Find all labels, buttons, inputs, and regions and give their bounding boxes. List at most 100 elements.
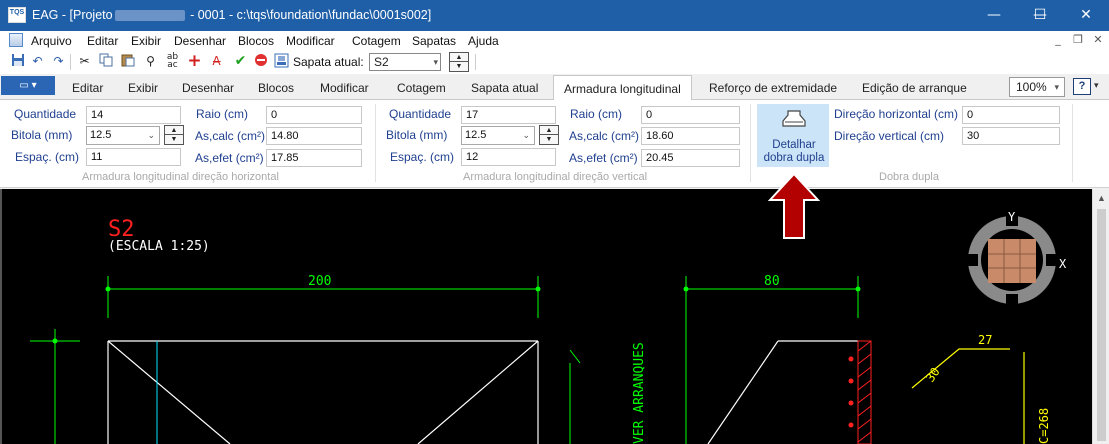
- app-icon-text: TQS: [9, 9, 25, 16]
- chevron-down-icon: ▾: [433, 57, 438, 67]
- drawing-canvas[interactable]: S2 (ESCALA 1:25) 200 VER ARRANQUES 80 27…: [0, 189, 1092, 444]
- window-maximize-button[interactable]: ☐: [1017, 0, 1063, 31]
- menu-blocos[interactable]: Blocos: [238, 34, 274, 48]
- axis-y-label: Y: [1008, 210, 1016, 224]
- dir-vertical-label: Direção vertical (cm): [834, 129, 945, 143]
- menu-modificar[interactable]: Modificar: [286, 34, 335, 48]
- h-bitola-value: 12.5: [90, 129, 112, 141]
- zoom-value: 100%: [1016, 80, 1047, 94]
- add-icon[interactable]: +: [186, 53, 203, 70]
- replace-text-icon[interactable]: ab ac: [164, 53, 181, 70]
- dim-marker: [105, 286, 111, 292]
- tab-cotagem[interactable]: Cotagem: [397, 81, 446, 95]
- menu-desenhar[interactable]: Desenhar: [174, 34, 226, 48]
- confirm-check-icon[interactable]: ✔: [232, 53, 249, 70]
- dir-vertical-input[interactable]: 30: [962, 127, 1060, 145]
- v-bitola-stepper[interactable]: ▲ ▼: [539, 125, 559, 145]
- h-bitola-select[interactable]: 12.5 ⌄: [86, 126, 160, 145]
- scrollbar-thumb[interactable]: [1097, 209, 1106, 441]
- stepper-down-icon[interactable]: ▼: [165, 135, 183, 144]
- v-bitola-value: 12.5: [465, 129, 487, 141]
- tab-blocos[interactable]: Blocos: [258, 81, 294, 95]
- tab-sapata-atual[interactable]: Sapata atual: [471, 81, 538, 95]
- dobra-button-line2: dobra dupla: [763, 152, 825, 164]
- dobra-group-caption: Dobra dupla: [879, 171, 939, 183]
- title-prefix: EAG - [Projeto: [32, 8, 113, 22]
- redacted-project-name: [114, 10, 185, 22]
- stepper-up-icon[interactable]: ▲: [165, 126, 183, 135]
- cancel-icon[interactable]: [252, 53, 269, 70]
- toolbar: ↶ ↷ ✂ ⚲ ab ac + A̶ ✔: [0, 50, 1109, 74]
- v-raio-input[interactable]: 0: [641, 106, 740, 124]
- chevron-down-icon: ⌄: [522, 130, 530, 140]
- h-bitola-stepper[interactable]: ▲ ▼: [164, 125, 184, 145]
- tab-exibir[interactable]: Exibir: [128, 81, 158, 95]
- title-bar: TQS EAG - [Projeto - 0001 - c:\tqs\found…: [0, 0, 1109, 31]
- v-espac-input[interactable]: 12: [461, 148, 556, 166]
- zoom-select[interactable]: 100% ▾: [1009, 77, 1065, 97]
- h-espac-input[interactable]: 11: [86, 148, 181, 166]
- h-raio-label: Raio (cm): [196, 107, 249, 121]
- file-menu-button[interactable]: ▭ ▾: [1, 76, 55, 95]
- h-quantidade-input[interactable]: 14: [86, 106, 181, 124]
- v-quantidade-input[interactable]: 17: [461, 106, 556, 124]
- menu-arquivo[interactable]: Arquivo: [31, 34, 72, 48]
- tab-editar[interactable]: Editar: [72, 81, 103, 95]
- help-button[interactable]: ?: [1073, 78, 1091, 95]
- h-espac-label: Espaç. (cm): [15, 150, 80, 164]
- remove-text-icon[interactable]: A̶: [208, 53, 225, 70]
- mdi-close-button[interactable]: ✕: [1090, 33, 1106, 46]
- menu-sapatas[interactable]: Sapatas: [412, 34, 456, 48]
- v-asefet-label: As,efet (cm²): [569, 151, 638, 165]
- paste-icon[interactable]: [119, 53, 136, 70]
- rebar-bend-detail: [911, 348, 1025, 444]
- redo-icon[interactable]: ↷: [50, 53, 67, 70]
- stepper-up-icon[interactable]: ▲: [450, 53, 468, 62]
- menu-editar[interactable]: Editar: [87, 34, 118, 48]
- tab-reforco-de-extremidade[interactable]: Reforço de extremidade: [709, 81, 837, 95]
- view-compass[interactable]: [964, 212, 1060, 308]
- h-quantidade-label: Quantidade: [14, 107, 77, 121]
- h-bitola-label: Bitola (mm): [11, 128, 73, 142]
- cut-icon[interactable]: ✂: [76, 53, 93, 70]
- rebar-length-label: C=268: [1037, 408, 1051, 444]
- detalhar-dobra-dupla-button[interactable]: Detalhar dobra dupla: [757, 104, 829, 167]
- dir-horizontal-input[interactable]: 0: [962, 106, 1060, 124]
- window-minimize-button[interactable]: —: [971, 0, 1017, 31]
- h-asefet-label: As,efet (cm²): [195, 151, 264, 165]
- mdi-minimize-button[interactable]: _: [1050, 33, 1066, 46]
- menu-exibir[interactable]: Exibir: [131, 34, 161, 48]
- window-title: EAG - [Projeto - 0001 - c:\tqs\foundatio…: [32, 8, 431, 22]
- dim-30-label: 30: [923, 365, 943, 385]
- mdi-restore-button[interactable]: ❐: [1070, 33, 1086, 46]
- vertical-scrollbar[interactable]: ▲: [1092, 189, 1109, 444]
- h-raio-input[interactable]: 0: [266, 106, 362, 124]
- find-icon[interactable]: ⚲: [142, 53, 159, 70]
- stepper-up-icon[interactable]: ▲: [540, 126, 558, 135]
- save-icon[interactable]: [9, 53, 26, 70]
- v-quantidade-label: Quantidade: [389, 107, 452, 121]
- tab-modificar[interactable]: Modificar: [320, 81, 369, 95]
- help-dropdown-icon[interactable]: ▾: [1094, 80, 1099, 91]
- axis-x-label: X: [1059, 257, 1067, 271]
- tab-edicao-de-arranque[interactable]: Edição de arranque: [862, 81, 967, 95]
- stepper-down-icon[interactable]: ▼: [450, 62, 468, 71]
- undo-icon[interactable]: ↶: [29, 53, 46, 70]
- vertical-group-caption: Armadura longitudinal direção vertical: [463, 171, 648, 183]
- menu-ajuda[interactable]: Ajuda: [468, 34, 499, 48]
- copy-icon[interactable]: [97, 53, 114, 70]
- sapata-stepper[interactable]: ▲ ▼: [449, 52, 469, 72]
- column-hatch: [857, 340, 872, 444]
- tab-armadura-longitudinal[interactable]: Armadura longitudinal: [553, 75, 692, 101]
- scroll-up-icon[interactable]: ▲: [1097, 193, 1106, 203]
- document-icon[interactable]: [9, 33, 23, 47]
- sapata-icon[interactable]: [273, 53, 290, 70]
- menu-cotagem[interactable]: Cotagem: [352, 34, 401, 48]
- app-icon[interactable]: TQS: [8, 7, 26, 23]
- window-close-button[interactable]: ✕: [1063, 0, 1109, 31]
- v-bitola-select[interactable]: 12.5 ⌄: [461, 126, 535, 145]
- tab-desenhar[interactable]: Desenhar: [182, 81, 234, 95]
- menu-bar: Arquivo Editar Exibir Desenhar Blocos Mo…: [0, 31, 1109, 50]
- sapata-atual-select[interactable]: S2 ▾: [369, 53, 441, 71]
- stepper-down-icon[interactable]: ▼: [540, 135, 558, 144]
